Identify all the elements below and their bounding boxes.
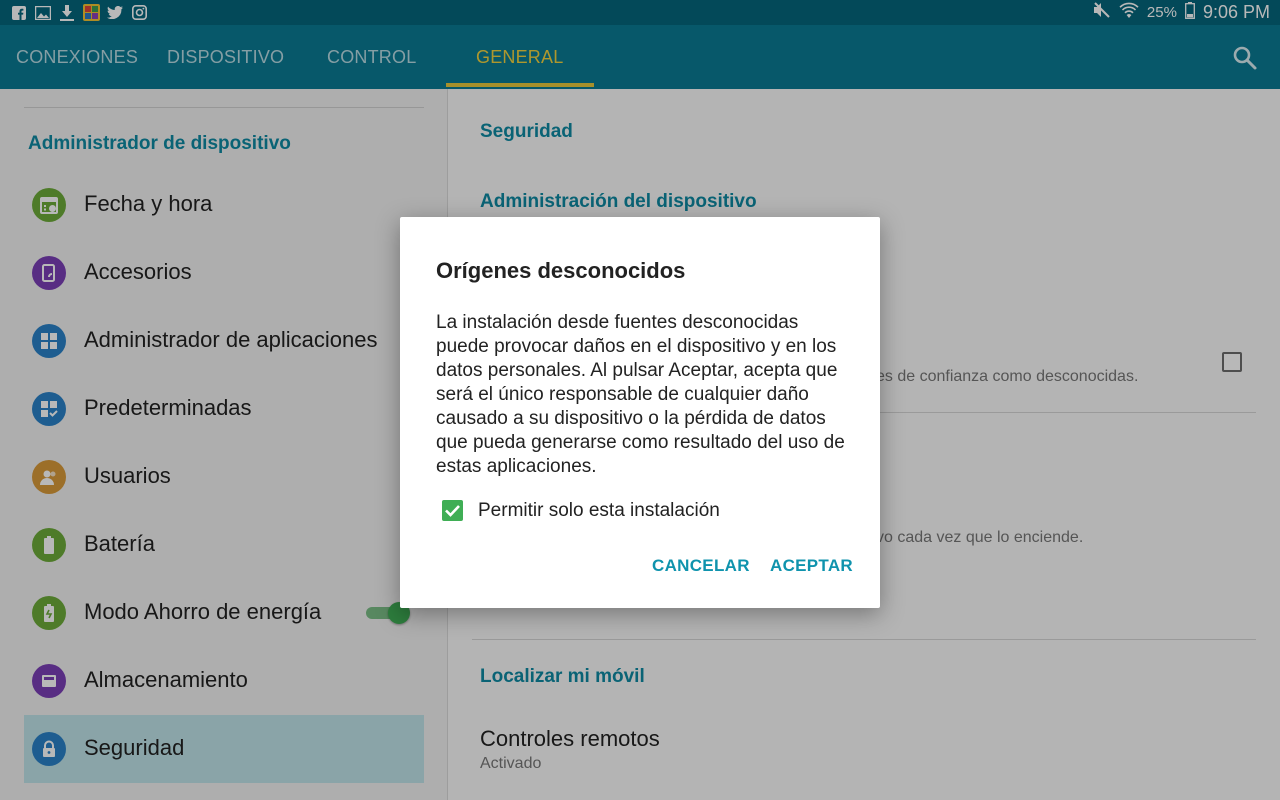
dialog-title: Orígenes desconocidos — [436, 258, 686, 283]
unknown-sources-dialog: Orígenes desconocidos La instalación des… — [400, 217, 880, 608]
checkmark-icon — [445, 505, 460, 517]
cancel-button[interactable]: CANCELAR — [652, 556, 750, 576]
accept-button[interactable]: ACEPTAR — [770, 556, 853, 576]
allow-once-checkbox[interactable] — [442, 500, 463, 521]
allow-once-label[interactable]: Permitir solo esta instalación — [478, 500, 720, 522]
dialog-message: La instalación desde fuentes desconocida… — [436, 312, 845, 477]
